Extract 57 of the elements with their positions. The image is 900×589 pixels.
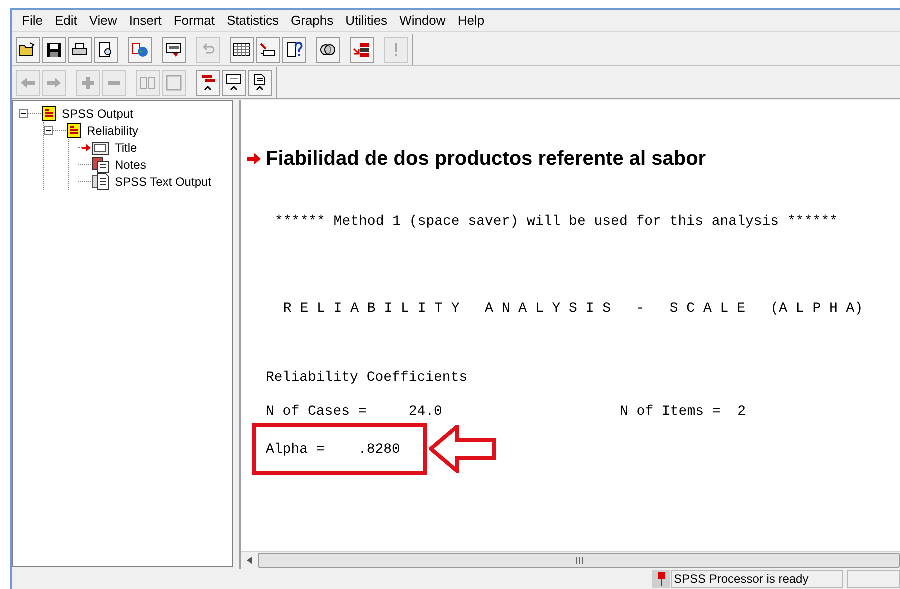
toolbar-button[interactable] <box>282 36 306 62</box>
menu-item[interactable]: Statistics <box>221 10 286 30</box>
toolbar-button[interactable] <box>94 36 118 62</box>
document-icon <box>92 140 109 155</box>
grid-icon <box>233 40 251 58</box>
expander-box[interactable] <box>19 109 28 118</box>
document-icon <box>92 173 109 190</box>
notes-icon <box>92 156 109 172</box>
status-icon <box>652 570 670 588</box>
menu-item[interactable]: Edit <box>48 10 84 30</box>
menu-item[interactable]: Help <box>452 10 491 30</box>
info-icon <box>285 40 303 58</box>
expander-box[interactable] <box>44 126 53 135</box>
toolbar-button[interactable] <box>256 36 280 62</box>
arrow-icon <box>247 153 261 165</box>
output-text: R E L I A B I L I T Y A N A L Y S I S - S C A L E (A L P H A) <box>282 301 864 318</box>
menu-item[interactable]: Utilities <box>340 10 394 30</box>
menu-item[interactable]: Insert <box>123 10 168 30</box>
horizontal-scrollbar[interactable] <box>241 551 900 569</box>
output-text: ****** Method 1 (space saver) will be used for this analysis ****** <box>275 214 839 231</box>
toolbar-button[interactable] <box>316 36 340 62</box>
toolbar-button[interactable] <box>248 70 272 96</box>
arrow-icon <box>82 144 91 152</box>
print-icon <box>71 40 89 58</box>
outline-item[interactable]: SPSS Text Output <box>115 172 212 190</box>
menu-item[interactable]: View <box>83 10 124 30</box>
output-text: Reliability Coefficients <box>266 370 469 387</box>
status-panel <box>847 570 900 588</box>
caret-icon <box>247 557 252 564</box>
scroll-thumb[interactable] <box>258 553 900 568</box>
minus-icon <box>108 80 120 84</box>
toolbar-button[interactable] <box>222 70 246 96</box>
menu-item[interactable]: Format <box>168 10 221 30</box>
book-icon <box>42 106 56 121</box>
outline-item[interactable]: Title <box>115 138 138 156</box>
outline-item[interactable]: Notes <box>115 156 146 174</box>
toolbar-button[interactable] <box>68 36 92 62</box>
status-message: SPSS Processor is ready <box>671 570 843 588</box>
output-text: Alpha = .8280 <box>266 442 400 458</box>
menu-item[interactable]: Graphs <box>285 10 340 30</box>
menu-item[interactable]: Window <box>394 10 452 30</box>
outline-item[interactable]: SPSS Output <box>62 104 134 122</box>
outline-item[interactable]: Reliability <box>87 122 138 140</box>
save-icon <box>45 40 63 58</box>
menu-item[interactable]: File <box>16 10 49 30</box>
output-text: N of Cases = 24.0 <box>266 404 444 421</box>
grip-icon <box>576 557 582 564</box>
toolbar-button[interactable] <box>350 36 374 62</box>
output-title: Fiabilidad de dos productos referente al sabor <box>266 147 706 172</box>
book-icon <box>67 123 81 138</box>
output-text: N of Items = 2 <box>620 404 746 421</box>
toolbar-button[interactable] <box>162 36 186 62</box>
outline-arrow-drawing <box>429 425 497 473</box>
toolbar-button[interactable] <box>42 36 66 62</box>
toolbar-button[interactable] <box>16 36 40 62</box>
toolbar-button[interactable] <box>230 36 254 62</box>
open-icon <box>19 40 37 58</box>
